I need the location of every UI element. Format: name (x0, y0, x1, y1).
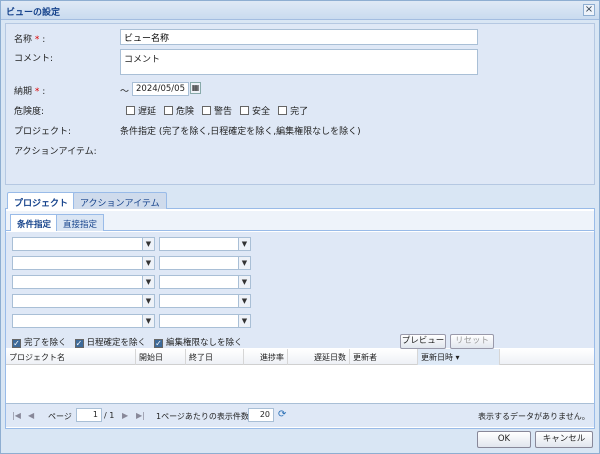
checkbox-checked-icon (154, 339, 164, 348)
comment-label: コメント: (14, 54, 54, 64)
dialog-title: ビューの設定 (6, 8, 61, 18)
view-settings-dialog: ビューの設定 × 名称 * : コメント: コメント 納期 * : 〜 2024… (0, 0, 600, 454)
view-form: 名称 * : コメント: コメント 納期 * : 〜 2024/05/05 ▦ … (5, 23, 595, 185)
dialog-titlebar[interactable]: ビューの設定 × (1, 1, 599, 20)
sort-desc-icon: ▾ (455, 353, 460, 362)
checkbox-icon (126, 106, 135, 115)
project-label: プロジェクト: (14, 127, 72, 137)
deadline-prefix: 〜 (120, 87, 130, 97)
filter-field-select[interactable]: ▼ (12, 237, 155, 251)
prev-page-icon[interactable]: ◀ (28, 411, 34, 420)
risk-danger-checkbox[interactable]: 危険 (164, 104, 194, 117)
project-grid: プロジェクト名 開始日 終了日 進捗率 遅延日数 更新者 更新日時 ▾ (6, 349, 594, 403)
pager: |◀ ◀ ページ 1 / 1 ▶ ▶| 1ページあたりの表示件数 20 ⟳ 表示… (6, 403, 594, 427)
name-field[interactable] (120, 29, 478, 45)
sub-tabs: 条件指定 直接指定 (6, 211, 594, 231)
empty-message: 表示するデータがありません。 (478, 412, 590, 421)
tab-condition[interactable]: 条件指定 (10, 214, 59, 231)
column-project-name[interactable]: プロジェクト名 (6, 349, 136, 365)
last-page-icon[interactable]: ▶| (136, 411, 145, 420)
deadline-date-field[interactable]: 2024/05/05 (132, 82, 189, 96)
grid-header: プロジェクト名 開始日 終了日 進捗率 遅延日数 更新者 更新日時 ▾ (6, 349, 594, 365)
project-tab-panel: 条件指定 直接指定 ▼ ▼ ▼ ▼ ▼ ▼ ▼ ▼ ▼ ▼ 完了を除く 日程確定… (5, 209, 595, 429)
first-page-icon[interactable]: |◀ (12, 411, 21, 420)
chevron-down-icon: ▼ (142, 257, 154, 269)
cancel-button[interactable]: キャンセル (535, 431, 593, 448)
tab-project[interactable]: プロジェクト (7, 192, 76, 209)
filter-value-select[interactable]: ▼ (159, 256, 251, 270)
chevron-down-icon: ▼ (142, 238, 154, 250)
project-summary: 条件指定 (完了を除く,日程確定を除く,編集権限なしを除く) (120, 127, 361, 137)
checkbox-checked-icon (74, 339, 84, 348)
page-number-input[interactable]: 1 (76, 408, 102, 422)
column-end-date[interactable]: 終了日 (186, 349, 244, 365)
refresh-icon[interactable]: ⟳ (278, 409, 286, 420)
chevron-down-icon: ▼ (142, 295, 154, 307)
risk-label: 危険度: (14, 107, 45, 117)
filter-field-select[interactable]: ▼ (12, 314, 155, 328)
filter-field-select[interactable]: ▼ (12, 256, 155, 270)
chevron-down-icon: ▼ (238, 295, 250, 307)
chevron-down-icon: ▼ (238, 276, 250, 288)
checkbox-checked-icon (12, 339, 21, 348)
filter-value-select[interactable]: ▼ (159, 294, 251, 308)
exclude-checkbox-group: 完了を除く 日程確定を除く 編集権限なしを除く (12, 336, 243, 348)
action-item-label: アクションアイテム: (14, 147, 97, 157)
risk-checkbox-group: 遅延 危険 警告 安全 完了 (126, 104, 308, 117)
preview-button[interactable]: プレビュー (400, 334, 446, 349)
filter-field-select[interactable]: ▼ (12, 294, 155, 308)
chevron-down-icon: ▼ (238, 315, 250, 327)
exclude-done-checkbox[interactable]: 完了を除く (12, 336, 67, 348)
chevron-down-icon: ▼ (238, 257, 250, 269)
ok-button[interactable]: OK (477, 431, 531, 448)
close-icon[interactable]: × (583, 4, 595, 16)
per-page-label: 1ページあたりの表示件数 (156, 412, 249, 421)
filter-field-select[interactable]: ▼ (12, 275, 155, 289)
checkbox-icon (202, 106, 212, 115)
column-updated-at[interactable]: 更新日時 ▾ (418, 349, 500, 365)
column-progress[interactable]: 進捗率 (244, 349, 288, 365)
checkbox-icon (278, 106, 288, 115)
exclude-no-edit-permission-checkbox[interactable]: 編集権限なしを除く (154, 336, 243, 348)
next-page-icon[interactable]: ▶ (122, 411, 128, 420)
risk-warning-checkbox[interactable]: 警告 (202, 104, 232, 117)
deadline-label: 納期 * : (14, 87, 46, 97)
page-label: ページ (48, 412, 72, 421)
filter-value-select[interactable]: ▼ (159, 237, 251, 251)
chevron-down-icon: ▼ (238, 238, 250, 250)
chevron-down-icon: ▼ (142, 315, 154, 327)
filter-value-select[interactable]: ▼ (159, 275, 251, 289)
column-delay-days[interactable]: 遅延日数 (288, 349, 350, 365)
page-total: / 1 (104, 411, 115, 420)
checkbox-icon (240, 106, 250, 115)
reset-button[interactable]: リセット (450, 334, 494, 349)
per-page-input[interactable]: 20 (248, 408, 274, 422)
column-updater[interactable]: 更新者 (350, 349, 418, 365)
main-tabs: プロジェクト アクションアイテム (5, 190, 595, 209)
chevron-down-icon: ▼ (142, 276, 154, 288)
tab-direct[interactable]: 直接指定 (56, 214, 105, 231)
comment-field[interactable]: コメント (120, 49, 478, 75)
name-label: 名称 * : (14, 35, 46, 45)
tab-action-item[interactable]: アクションアイテム (73, 192, 167, 209)
filter-value-select[interactable]: ▼ (159, 314, 251, 328)
risk-delay-checkbox[interactable]: 遅延 (126, 104, 156, 117)
calendar-icon[interactable]: ▦ (190, 82, 201, 94)
checkbox-icon (164, 106, 174, 115)
risk-safe-checkbox[interactable]: 安全 (240, 104, 270, 117)
exclude-fixed-schedule-checkbox[interactable]: 日程確定を除く (74, 336, 146, 348)
column-start-date[interactable]: 開始日 (136, 349, 186, 365)
risk-done-checkbox[interactable]: 完了 (278, 104, 308, 117)
condition-panel: ▼ ▼ ▼ ▼ ▼ ▼ ▼ ▼ ▼ ▼ 完了を除く 日程確定を除く 編集権限なし… (6, 232, 594, 349)
